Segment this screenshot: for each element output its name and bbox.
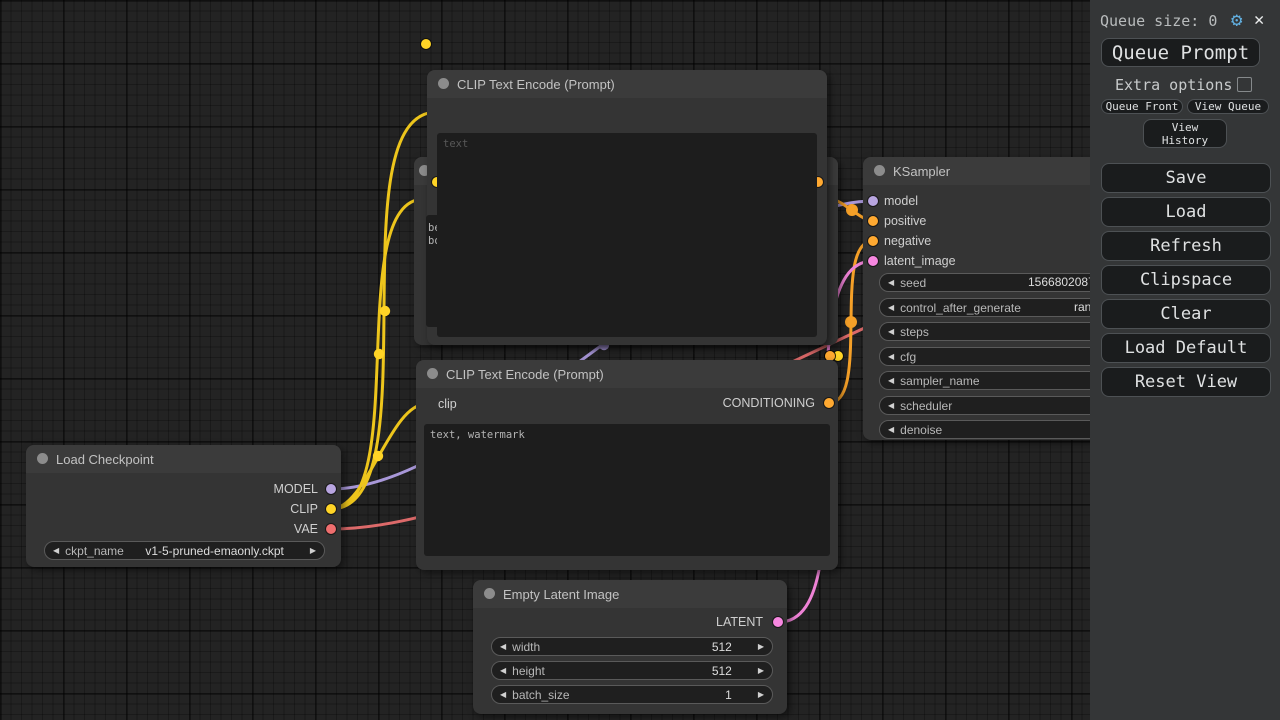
link-dot[interactable] (372, 450, 384, 462)
widget-value: 1566802087 (1028, 275, 1095, 289)
output-port-conditioning[interactable] (824, 398, 834, 408)
output-port-model[interactable] (326, 484, 336, 494)
collapse-dot-icon[interactable] (37, 453, 48, 464)
widget-height[interactable]: ◀ height 512 ▶ (491, 661, 773, 680)
node-title: Load Checkpoint (56, 452, 154, 467)
node-clip-text-encode-negative[interactable]: CLIP Text Encode (Prompt) clip CONDITION… (416, 39, 838, 570)
increment-arrow-icon[interactable]: ▶ (310, 546, 316, 555)
input-port-latent-image[interactable] (868, 256, 878, 266)
decrement-arrow-icon[interactable]: ◀ (500, 690, 506, 699)
extra-options-label: Extra options (1115, 76, 1233, 94)
node-title: KSampler (893, 164, 951, 179)
input-label: negative (884, 234, 932, 248)
widget-value: v1-5-pruned-emaonly.ckpt (145, 543, 284, 558)
node-load-checkpoint[interactable]: Load Checkpoint MODEL CLIP VAE ◀ ckpt_na… (26, 445, 341, 567)
output-port-clip[interactable] (326, 504, 336, 514)
close-icon[interactable]: ✕ (1254, 10, 1264, 30)
widget-label: height (512, 663, 545, 678)
output-port-vae[interactable] (326, 524, 336, 534)
clear-button[interactable]: Clear (1101, 299, 1271, 329)
widget-label: scheduler (900, 398, 953, 413)
collapse-dot-icon[interactable] (427, 368, 438, 379)
decrement-arrow-icon[interactable]: ◀ (500, 666, 506, 675)
decrement-arrow-icon[interactable]: ◀ (888, 303, 894, 312)
widget-value: 512 (711, 663, 732, 678)
settings-gear-icon[interactable]: ⚙ (1231, 9, 1242, 31)
widget-label: ckpt_name (65, 543, 124, 558)
load-default-button[interactable]: Load Default (1101, 333, 1271, 363)
widget-label: steps (900, 324, 929, 339)
link-dot[interactable] (846, 204, 858, 216)
input-label: clip (438, 397, 457, 411)
collapse-dot-icon[interactable] (874, 165, 885, 176)
output-label: MODEL (273, 482, 318, 496)
prompt-textarea[interactable]: text, watermark (424, 424, 830, 556)
widget-width[interactable]: ◀ width 512 ▶ (491, 637, 773, 656)
save-button[interactable]: Save (1101, 163, 1271, 193)
clipspace-button[interactable]: Clipspace (1101, 265, 1271, 295)
view-history-button[interactable]: View History (1143, 119, 1227, 148)
decrement-arrow-icon[interactable]: ◀ (888, 425, 894, 434)
output-label: VAE (293, 522, 318, 536)
collapse-dot-icon[interactable] (484, 588, 495, 599)
input-port-positive[interactable] (868, 216, 878, 226)
load-button[interactable]: Load (1101, 197, 1271, 227)
comfy-menu: Queue size: 0 ⚙ ✕ Queue Prompt Extra opt… (1090, 0, 1280, 720)
queue-size-label: Queue size: 0 (1100, 12, 1218, 30)
input-label: latent_image (884, 254, 956, 268)
widget-label: denoise (900, 422, 943, 437)
decrement-arrow-icon[interactable]: ◀ (888, 352, 894, 361)
widget-label: sampler_name (900, 373, 980, 388)
decrement-arrow-icon[interactable]: ◀ (53, 546, 59, 555)
reset-view-button[interactable]: Reset View (1101, 367, 1271, 397)
link-dot[interactable] (379, 305, 391, 317)
increment-arrow-icon[interactable]: ▶ (758, 666, 764, 675)
view-queue-button[interactable]: View Queue (1187, 99, 1269, 114)
output-label: CLIP (290, 502, 318, 516)
widget-label: batch_size (512, 687, 570, 702)
input-port-model[interactable] (868, 196, 878, 206)
prompt-textarea[interactable]: text (437, 133, 817, 337)
comfyui-canvas[interactable]: be bo CLIP Text Encode (Prompt) clip CON… (0, 0, 1280, 720)
node-title: Empty Latent Image (503, 587, 620, 602)
queue-prompt-button[interactable]: Queue Prompt (1101, 38, 1260, 67)
extra-options-checkbox[interactable] (1237, 77, 1252, 92)
widget-label: width (512, 639, 541, 654)
widget-ckpt-name[interactable]: ◀ ckpt_name v1-5-pruned-emaonly.ckpt ▶ (44, 541, 325, 560)
output-label: LATENT (716, 615, 763, 629)
decrement-arrow-icon[interactable]: ◀ (888, 278, 894, 287)
widget-batch-size[interactable]: ◀ batch_size 1 ▶ (491, 685, 773, 704)
output-label: CONDITIONING (722, 396, 815, 410)
decrement-arrow-icon[interactable]: ◀ (500, 642, 506, 651)
decrement-arrow-icon[interactable]: ◀ (888, 376, 894, 385)
input-label: positive (884, 214, 927, 228)
link-dot[interactable] (845, 316, 857, 328)
widget-label: control_after_generate (900, 300, 1021, 315)
decrement-arrow-icon[interactable]: ◀ (888, 327, 894, 336)
queue-front-button[interactable]: Queue Front (1101, 99, 1183, 114)
link-dot[interactable] (373, 348, 385, 360)
refresh-button[interactable]: Refresh (1101, 231, 1271, 261)
widget-label: cfg (900, 349, 917, 364)
node-title: CLIP Text Encode (Prompt) (457, 77, 615, 92)
widget-label: seed (900, 275, 927, 290)
node-title: CLIP Text Encode (Prompt) (446, 367, 604, 382)
input-port-clip[interactable] (421, 39, 431, 49)
widget-value: 1 (725, 687, 732, 702)
output-port-latent[interactable] (773, 617, 783, 627)
node-empty-latent-image[interactable]: Empty Latent Image LATENT ◀ width 512 ▶ … (473, 580, 787, 714)
increment-arrow-icon[interactable]: ▶ (758, 642, 764, 651)
input-port-negative[interactable] (868, 236, 878, 246)
widget-value: 512 (711, 639, 732, 654)
input-label: model (884, 194, 919, 208)
decrement-arrow-icon[interactable]: ◀ (888, 401, 894, 410)
increment-arrow-icon[interactable]: ▶ (758, 690, 764, 699)
collapse-dot-icon[interactable] (438, 78, 449, 89)
